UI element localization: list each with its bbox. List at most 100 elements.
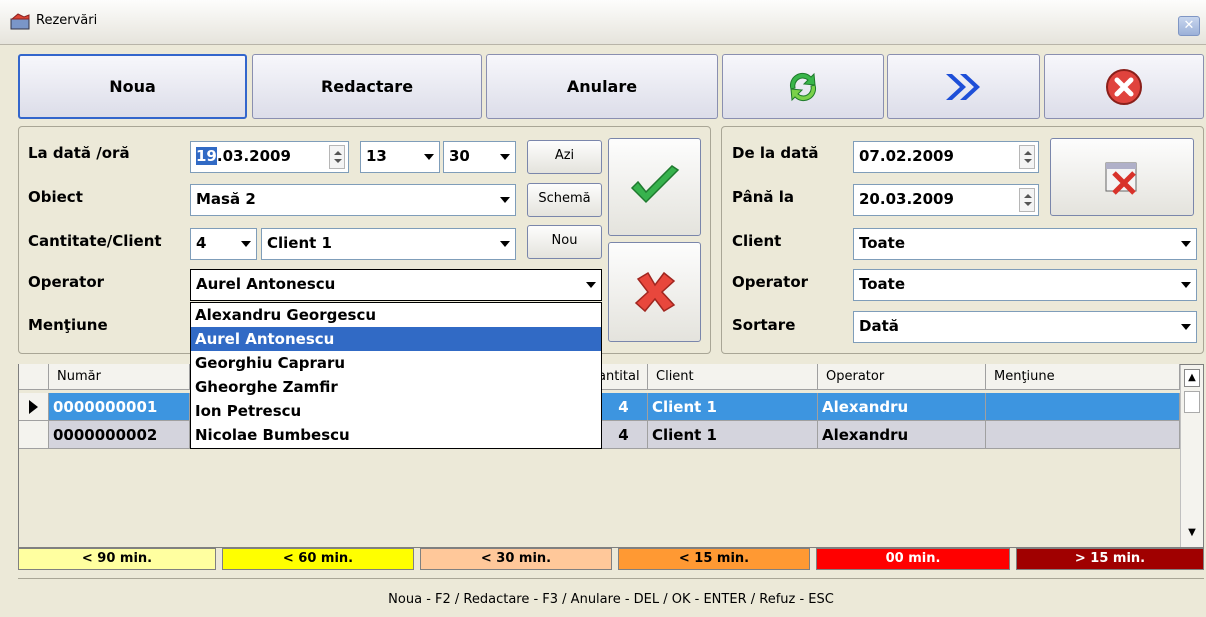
operator-select[interactable]: Aurel Antonescu xyxy=(190,269,602,301)
operator-option[interactable]: Georghiu Capraru xyxy=(191,351,601,375)
operator-option[interactable]: Nicolae Bumbescu xyxy=(191,423,601,447)
sort-dropdown-arrow[interactable] xyxy=(1177,314,1195,340)
calendar-delete-icon xyxy=(1105,162,1137,195)
exit-button[interactable] xyxy=(1044,54,1204,119)
column-number[interactable]: Număr xyxy=(49,364,190,390)
minute-dropdown-arrow[interactable] xyxy=(496,144,514,170)
legend-00-min: 00 min. xyxy=(816,548,1010,570)
quantity-client-label: Cantitate/Client xyxy=(28,232,162,250)
to-date-value: 20.03.2009 xyxy=(859,190,954,208)
filter-client-value: Toate xyxy=(859,234,906,252)
refresh-button[interactable] xyxy=(722,54,884,119)
column-quantity[interactable]: antital xyxy=(596,364,648,390)
filter-operator-select[interactable]: Toate xyxy=(853,269,1197,301)
client-select[interactable]: Client 1 xyxy=(261,228,516,260)
from-date-spinner[interactable] xyxy=(1019,145,1035,169)
from-date-label: De la dată xyxy=(732,144,819,162)
column-operator[interactable]: Operator xyxy=(818,364,986,390)
today-button[interactable]: Azi xyxy=(527,140,602,174)
status-divider xyxy=(18,578,1204,579)
minute-select[interactable]: 30 xyxy=(443,141,516,173)
hour-select[interactable]: 13 xyxy=(360,141,440,173)
table-row-1-mention[interactable] xyxy=(986,393,1180,421)
column-client[interactable]: Client xyxy=(648,364,818,390)
new-client-button[interactable]: Nou xyxy=(527,225,602,259)
operator-option[interactable]: Ion Petrescu xyxy=(191,399,601,423)
table-row-1-operator[interactable]: Alexandru xyxy=(818,393,986,421)
table-row-2-number[interactable]: 0000000002 xyxy=(49,421,190,449)
table-row-1-qty[interactable]: 4 xyxy=(596,393,648,421)
row-indicator[interactable] xyxy=(19,393,49,421)
grid-scrollbar[interactable]: ▲ ▼ xyxy=(1180,365,1203,547)
clear-filter-button[interactable] xyxy=(1050,138,1194,216)
filter-client-label: Client xyxy=(732,232,782,250)
schema-button[interactable]: Schemă xyxy=(527,183,602,217)
row-indicator[interactable] xyxy=(19,421,49,449)
object-select[interactable]: Masă 2 xyxy=(190,184,516,216)
date-rest: .03.2009 xyxy=(216,147,291,165)
table-row-1-client[interactable]: Client 1 xyxy=(648,393,818,421)
operator-option[interactable]: Gheorghe Zamfir xyxy=(191,375,601,399)
table-row-2-qty[interactable]: 4 xyxy=(596,421,648,449)
legend-over-15-min: > 15 min. xyxy=(1016,548,1204,570)
operator-label: Operator xyxy=(28,273,105,291)
forward-button[interactable] xyxy=(887,54,1040,119)
client-dropdown-arrow[interactable] xyxy=(496,231,514,257)
title-bar xyxy=(0,0,1206,45)
quantity-value: 4 xyxy=(196,234,207,252)
table-row-2-mention[interactable] xyxy=(986,421,1180,449)
quantity-select[interactable]: 4 xyxy=(190,228,257,260)
operator-option[interactable]: Alexandru Georgescu xyxy=(191,303,601,327)
legend-30-min: < 30 min. xyxy=(420,548,612,570)
table-row-2-client[interactable]: Client 1 xyxy=(648,421,818,449)
grid-corner xyxy=(19,364,49,390)
date-input[interactable]: 19.03.2009 xyxy=(190,141,349,173)
window-title: Rezervări xyxy=(36,13,98,28)
fast-forward-icon xyxy=(945,73,980,100)
scroll-thumb[interactable] xyxy=(1184,391,1200,413)
object-value: Masă 2 xyxy=(196,190,256,208)
reservation-app-icon xyxy=(10,13,30,30)
object-dropdown-arrow[interactable] xyxy=(496,187,514,213)
cancel-button[interactable]: Anulare xyxy=(486,54,718,119)
to-date-spinner[interactable] xyxy=(1019,188,1035,212)
ok-button[interactable] xyxy=(608,138,701,236)
new-button[interactable]: Noua xyxy=(18,54,247,119)
operator-option[interactable]: Aurel Antonescu xyxy=(191,327,601,351)
filter-operator-label: Operator xyxy=(732,273,809,291)
to-date-input[interactable]: 20.03.2009 xyxy=(853,184,1039,216)
window-close-button[interactable]: ✕ xyxy=(1178,16,1200,36)
filter-operator-value: Toate xyxy=(859,275,906,293)
operator-dropdown-list[interactable]: Alexandru Georgescu Aurel Antonescu Georgh… xyxy=(190,302,602,449)
close-circle-icon xyxy=(1106,68,1142,105)
operator-value: Aurel Antonescu xyxy=(196,275,336,293)
scroll-down-arrow[interactable]: ▼ xyxy=(1184,525,1200,543)
table-row-1-number[interactable]: 0000000001 xyxy=(49,393,190,421)
filter-operator-dropdown-arrow[interactable] xyxy=(1177,272,1195,298)
refuse-button[interactable] xyxy=(608,242,701,342)
hour-dropdown-arrow[interactable] xyxy=(420,144,438,170)
from-date-input[interactable]: 07.02.2009 xyxy=(853,141,1039,173)
shortcut-hint-bar: Noua - F2 / Redactare - F3 / Anulare - D… xyxy=(388,592,834,607)
legend-15-min: < 15 min. xyxy=(618,548,810,570)
red-x-icon xyxy=(634,271,675,313)
quantity-dropdown-arrow[interactable] xyxy=(237,231,255,257)
checkmark-icon xyxy=(630,165,679,204)
from-date-value: 07.02.2009 xyxy=(859,147,954,165)
sort-select[interactable]: Dată xyxy=(853,311,1197,343)
mention-label: Menţiune xyxy=(28,316,108,334)
date-spinner[interactable] xyxy=(329,145,345,169)
current-row-arrow-icon xyxy=(29,400,38,414)
refresh-icon xyxy=(789,72,817,101)
column-mention[interactable]: Menţiune xyxy=(986,364,1180,390)
date-selected-part: 19 xyxy=(196,147,217,165)
table-row-2-operator[interactable]: Alexandru xyxy=(818,421,986,449)
sort-label: Sortare xyxy=(732,316,796,334)
operator-dropdown-arrow[interactable] xyxy=(582,272,600,298)
legend-90-min: < 90 min. xyxy=(18,548,216,570)
filter-client-select[interactable]: Toate xyxy=(853,228,1197,260)
edit-button[interactable]: Redactare xyxy=(252,54,482,119)
scroll-up-arrow[interactable]: ▲ xyxy=(1184,369,1200,387)
filter-client-dropdown-arrow[interactable] xyxy=(1177,231,1195,257)
to-date-label: Până la xyxy=(732,188,794,206)
